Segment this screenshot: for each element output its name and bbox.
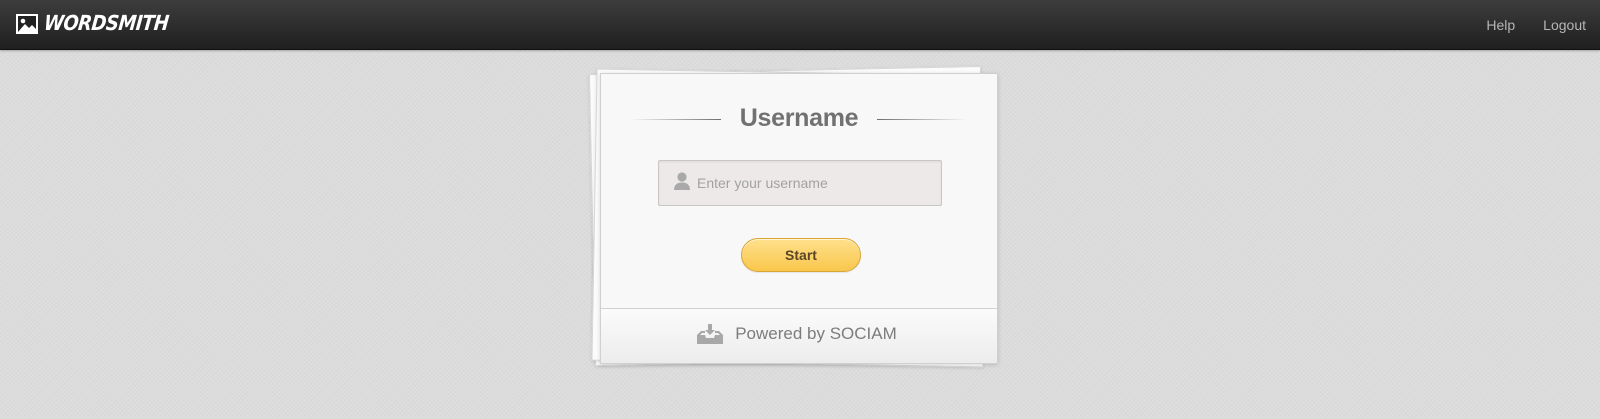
card-header: Username bbox=[601, 102, 997, 136]
title-divider-right bbox=[877, 119, 967, 120]
help-link[interactable]: Help bbox=[1486, 17, 1515, 33]
card-footer: Powered by SOCIAM bbox=[601, 308, 997, 363]
logout-link[interactable]: Logout bbox=[1543, 17, 1586, 33]
brand-name: WORDSMITH bbox=[42, 11, 170, 36]
inbox-download-icon bbox=[697, 324, 724, 344]
start-button[interactable]: Start bbox=[741, 238, 861, 272]
brand-logo[interactable]: WORDSMITH bbox=[15, 11, 170, 36]
top-navbar: WORDSMITH Help Logout bbox=[0, 0, 1600, 50]
image-icon bbox=[16, 14, 38, 34]
login-card: Username Start Powered by SOCIAM bbox=[600, 73, 998, 364]
powered-by-text: Powered by SOCIAM bbox=[735, 324, 897, 343]
footer-content: Powered by SOCIAM bbox=[601, 323, 997, 345]
nav-links: Help Logout bbox=[1458, 0, 1586, 49]
username-input[interactable] bbox=[697, 161, 933, 205]
username-field[interactable] bbox=[658, 160, 942, 206]
user-icon bbox=[674, 172, 690, 190]
